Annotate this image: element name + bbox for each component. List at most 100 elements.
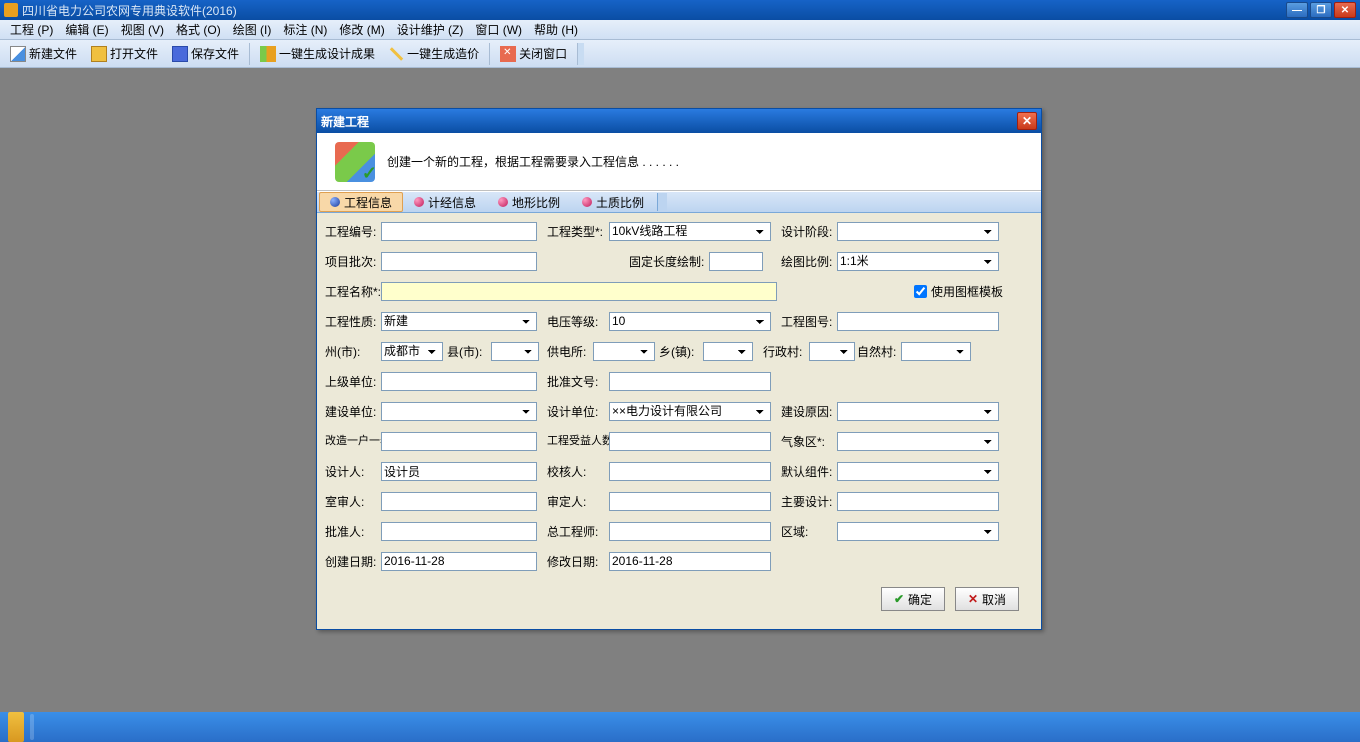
label-approver-p: 审定人: [547,493,609,510]
toolbar-new[interactable]: 新建文件 [4,43,83,64]
toolbar-overflow[interactable] [577,43,584,65]
label-meter-count: 改造一户一表户数 [325,436,381,447]
menu-annotate[interactable]: 标注 (N) [277,19,333,40]
label-office-reviewer: 室审人: [325,493,381,510]
open-file-icon [91,46,107,62]
input-checker[interactable] [609,462,771,481]
toolbar-close-window[interactable]: 关闭窗口 [494,43,573,64]
input-superior-unit[interactable] [381,372,537,391]
label-weather-zone: 气象区*: [781,433,837,450]
dialog-tabstrip: 工程信息 计经信息 地形比例 土质比例 [317,191,1041,213]
label-volt-level: 电压等级: [547,313,609,330]
label-prefecture: 州(市): [325,343,381,360]
pencil-icon [390,47,403,60]
menu-project[interactable]: 工程 (P) [4,19,59,40]
label-build-reason: 建设原因: [781,403,837,420]
toolbar-save[interactable]: 保存文件 [166,43,245,64]
dialog-close-button[interactable]: ✕ [1017,112,1037,130]
input-modify-date[interactable] [609,552,771,571]
taskbar[interactable] [0,712,1360,742]
input-approver-p[interactable] [609,492,771,511]
select-design-stage[interactable] [837,222,999,241]
menu-format[interactable]: 格式 (O) [170,19,227,40]
label-approval-no: 批准文号: [547,373,609,390]
input-office-reviewer[interactable] [381,492,537,511]
select-prefecture[interactable]: 成都市 [381,342,443,361]
tab-terrain-ratio[interactable]: 地形比例 [487,192,571,212]
menu-design-maint[interactable]: 设计维护 (Z) [391,19,470,40]
select-town[interactable] [703,342,753,361]
select-draw-scale[interactable]: 1:1米 [837,252,999,271]
input-fixed-len[interactable] [709,252,763,271]
select-region[interactable] [837,522,999,541]
input-beneficiary[interactable] [609,432,771,451]
input-approval-no[interactable] [609,372,771,391]
label-designer: 设计人: [325,463,381,480]
input-meter-count[interactable] [381,432,537,451]
label-proj-nature: 工程性质: [325,313,381,330]
cancel-icon: ✕ [968,592,978,606]
menu-window[interactable]: 窗口 (W) [469,19,528,40]
input-proj-name[interactable] [381,282,777,301]
select-admin-village[interactable] [809,342,855,361]
checkbox-use-template[interactable] [914,285,927,298]
select-proj-nature[interactable]: 新建 [381,312,537,331]
input-designer[interactable] [381,462,537,481]
label-beneficiary: 工程受益人数: [547,436,609,447]
label-design-stage: 设计阶段: [781,223,837,240]
tab-soil-ratio[interactable]: 土质比例 [571,192,655,212]
input-approver[interactable] [381,522,537,541]
menu-draw[interactable]: 绘图 (I) [227,19,278,40]
toolbar-separator [489,43,490,65]
ok-button[interactable]: ✔确定 [881,587,945,611]
start-button-icon[interactable] [8,712,24,742]
input-chief-eng[interactable] [609,522,771,541]
cancel-button[interactable]: ✕取消 [955,587,1019,611]
tab-overflow[interactable] [657,193,667,211]
select-county[interactable] [491,342,539,361]
dialog-header: 创建一个新的工程，根据工程需要录入工程信息 . . . . . . [317,133,1041,191]
menu-help[interactable]: 帮助 (H) [528,19,584,40]
toolbar-gen-design[interactable]: 一键生成设计成果 [254,43,381,64]
input-proj-drawing-no[interactable] [837,312,999,331]
restore-button[interactable]: ❐ [1310,2,1332,18]
check-icon: ✔ [894,592,904,606]
label-natural-village: 自然村: [857,343,901,360]
tab-project-info[interactable]: 工程信息 [319,192,403,212]
menu-view[interactable]: 视图 (V) [115,19,170,40]
select-default-comp[interactable] [837,462,999,481]
label-draw-scale: 绘图比例: [781,253,837,270]
app-title: 四川省电力公司农网专用典设软件(2016) [22,2,1286,19]
select-volt-level[interactable]: 10 [609,312,771,331]
input-main-design[interactable] [837,492,999,511]
input-proj-no[interactable] [381,222,537,241]
menu-bar: 工程 (P) 编辑 (E) 视图 (V) 格式 (O) 绘图 (I) 标注 (N… [0,20,1360,40]
tab-plan-econ-info[interactable]: 计经信息 [403,192,487,212]
select-design-unit[interactable]: ××电力设计有限公司 [609,402,771,421]
input-create-date[interactable] [381,552,537,571]
label-use-template: 使用图框模板 [931,283,1003,300]
select-natural-village[interactable] [901,342,971,361]
select-weather-zone[interactable] [837,432,999,451]
tab-dot-icon [582,197,592,207]
tab-dot-icon [498,197,508,207]
menu-edit[interactable]: 编辑 (E) [59,19,114,40]
label-main-design: 主要设计: [781,493,837,510]
dialog-title: 新建工程 [321,113,1017,130]
toolbar-open[interactable]: 打开文件 [85,43,164,64]
close-button[interactable]: ✕ [1334,2,1356,18]
select-build-reason[interactable] [837,402,999,421]
gen-design-icon [260,46,276,62]
dialog-titlebar[interactable]: 新建工程 ✕ [317,109,1041,133]
toolbar-gen-cost[interactable]: 一键生成造价 [383,43,485,64]
input-batch[interactable] [381,252,537,271]
menu-modify[interactable]: 修改 (M) [333,19,390,40]
label-approver: 批准人: [325,523,381,540]
select-build-unit[interactable] [381,402,537,421]
minimize-button[interactable]: — [1286,2,1308,18]
label-batch: 项目批次: [325,253,381,270]
new-project-dialog: 新建工程 ✕ 创建一个新的工程，根据工程需要录入工程信息 . . . . . .… [316,108,1042,630]
label-admin-village: 行政村: [763,343,809,360]
select-proj-type[interactable]: 10kV线路工程 [609,222,771,241]
select-power-station[interactable] [593,342,655,361]
